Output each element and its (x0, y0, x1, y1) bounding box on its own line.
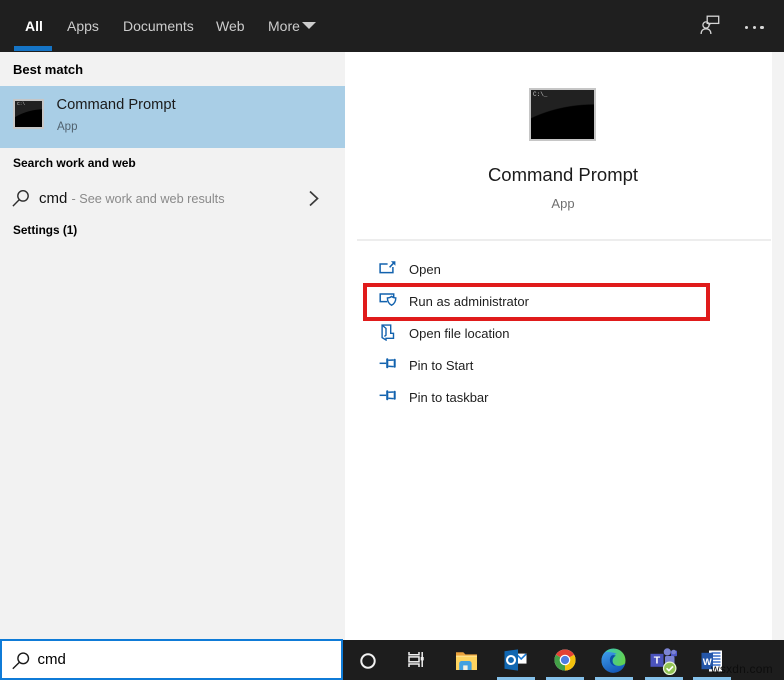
svg-text:T: T (654, 655, 661, 667)
